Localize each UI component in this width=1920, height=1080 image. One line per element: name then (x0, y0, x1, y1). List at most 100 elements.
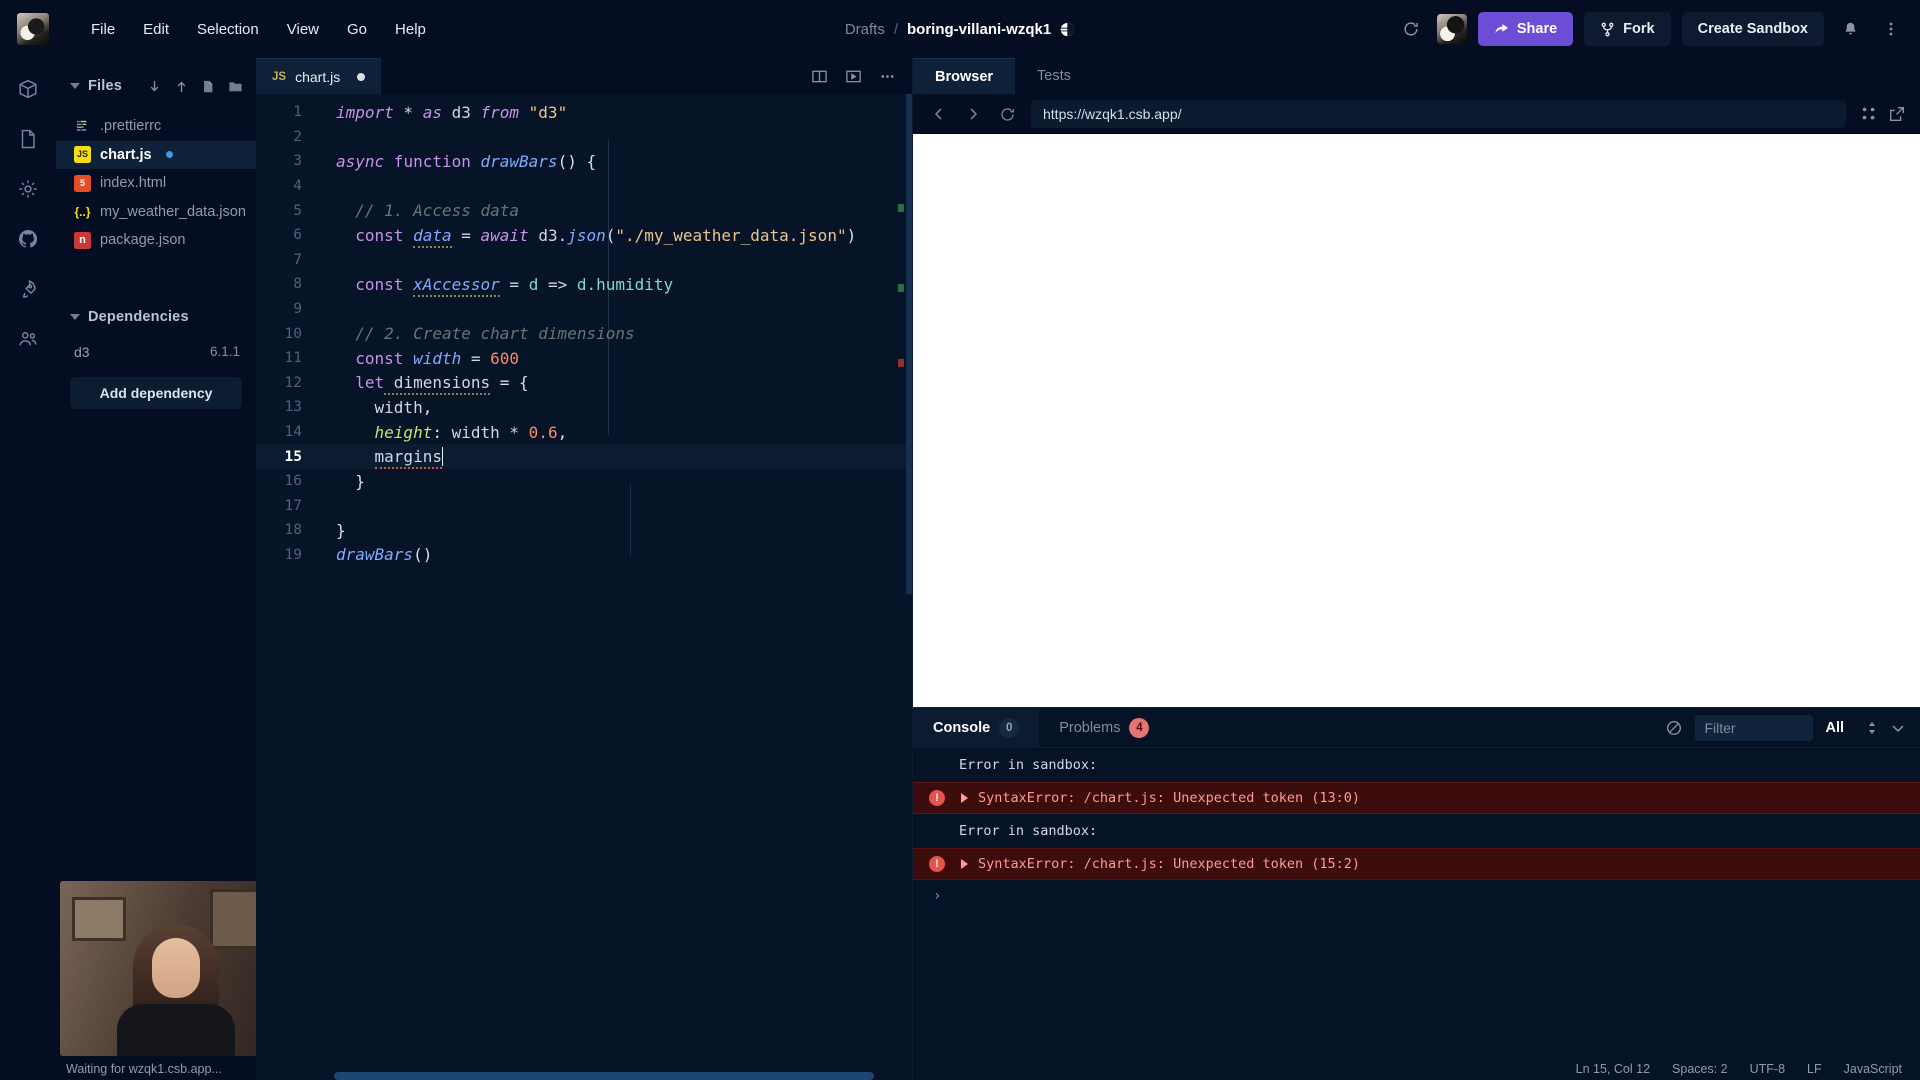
create-sandbox-label: Create Sandbox (1697, 21, 1808, 37)
file-item-index-html[interactable]: 5 index.html (56, 169, 256, 198)
gear-icon[interactable] (9, 170, 47, 208)
tab-label: Console (933, 719, 991, 736)
file-list: .prettierrc JS chart.js 5 index.html {..… (56, 112, 256, 255)
tab-browser[interactable]: Browser (913, 58, 1016, 94)
console-tab-bar: Console 0 Problems 4 Filter All (913, 707, 1920, 748)
minimap-marker (898, 359, 904, 367)
line-ending[interactable]: LF (1807, 1062, 1822, 1076)
line-content: drawBars() (320, 545, 432, 564)
console-level-select[interactable]: All (1825, 720, 1878, 736)
breadcrumb-workspace[interactable]: Drafts (845, 21, 885, 38)
console-entry-error[interactable]: ! SyntaxError: /chart.js: Unexpected tok… (913, 782, 1920, 814)
menu-item-help[interactable]: Help (383, 15, 438, 44)
tab-chart-js[interactable]: JS chart.js (256, 58, 382, 94)
token-operator: * (499, 422, 529, 442)
dependency-row[interactable]: d3 6.1.1 (56, 337, 256, 367)
share-button[interactable]: Share (1477, 12, 1574, 46)
more-horizontal-icon[interactable] (872, 61, 902, 91)
menu-item-selection[interactable]: Selection (185, 15, 271, 44)
split-editor-icon[interactable] (804, 61, 834, 91)
file-item-my-weather-data-json[interactable]: {..} my_weather_data.json (56, 198, 256, 227)
code-editor[interactable]: 1 import * as d3 from "d3" 2 3 async fun… (256, 94, 912, 1080)
menu-item-edit[interactable]: Edit (131, 15, 181, 44)
download-icon[interactable] (145, 77, 163, 95)
code-lines: 1 import * as d3 from "d3" 2 3 async fun… (256, 94, 912, 567)
upload-icon[interactable] (172, 77, 190, 95)
breadcrumb-sandbox-name[interactable]: boring-villani-wzqk1 (907, 21, 1051, 38)
expand-triangle-icon[interactable] (961, 793, 968, 803)
main-area: Files .prettierrc JS chart.js 5 index.ht… (0, 58, 1920, 1080)
file-label: package.json (100, 232, 186, 249)
chevron-left-icon[interactable] (925, 100, 953, 128)
rocket-icon[interactable] (9, 270, 47, 308)
token-comment: // 1. Access data (355, 201, 520, 221)
minimap-marker (898, 204, 904, 212)
indentation[interactable]: Spaces: 2 (1672, 1062, 1728, 1076)
url-input[interactable]: https://wzqk1.csb.app/ (1031, 100, 1846, 128)
line-number: 7 (293, 251, 302, 268)
people-icon[interactable] (9, 320, 47, 358)
clear-console-icon[interactable] (1665, 719, 1683, 737)
token-property: margins (374, 447, 442, 470)
language-mode[interactable]: JavaScript (1844, 1062, 1902, 1076)
chevron-down-icon[interactable] (70, 313, 80, 320)
chevron-right-icon[interactable] (959, 100, 987, 128)
preview-tab-bar: Browser Tests (913, 58, 1920, 94)
file-item-prettierrc[interactable]: .prettierrc (56, 112, 256, 141)
line-number: 4 (293, 178, 302, 195)
fork-button[interactable]: Fork (1584, 12, 1671, 46)
menu-item-view[interactable]: View (275, 15, 331, 44)
box-icon[interactable] (9, 70, 47, 108)
token-text: => (538, 274, 577, 294)
line-content: const width = 600 (320, 349, 519, 368)
menu-item-go[interactable]: Go (335, 15, 379, 44)
chevron-down-icon[interactable] (70, 83, 80, 89)
reload-icon[interactable] (993, 100, 1021, 128)
codesandbox-window: File Edit Selection View Go Help Drafts … (0, 0, 1920, 1080)
bell-icon[interactable] (1835, 14, 1865, 44)
create-sandbox-button[interactable]: Create Sandbox (1681, 12, 1824, 46)
tab-tests[interactable]: Tests (1015, 58, 1093, 94)
dog-avatar-icon[interactable] (17, 13, 49, 45)
sort-icon[interactable] (1866, 720, 1878, 736)
file-icon[interactable] (9, 120, 47, 158)
tab-console[interactable]: Console 0 (913, 707, 1040, 748)
refresh-icon[interactable] (1396, 14, 1426, 44)
expand-triangle-icon[interactable] (961, 859, 968, 869)
file-item-package-json[interactable]: n package.json (56, 226, 256, 255)
editor-horizontal-scrollbar[interactable] (334, 1072, 874, 1080)
token-text: = (499, 274, 529, 294)
new-folder-icon[interactable] (226, 77, 244, 95)
avatar[interactable] (1436, 14, 1467, 44)
line-content: const data = await d3.json("./my_weather… (320, 225, 856, 248)
responsive-icon[interactable] (1860, 105, 1878, 123)
preview-iframe[interactable] (913, 134, 1920, 707)
dependencies-section-header[interactable]: Dependencies (56, 297, 256, 337)
chevron-down-icon[interactable] (1890, 720, 1906, 736)
new-file-icon[interactable] (199, 77, 217, 95)
token-expression: d.humidity (576, 274, 674, 294)
editor-vertical-scrollbar[interactable] (906, 94, 912, 594)
menu-item-file[interactable]: File (79, 15, 127, 44)
more-vertical-icon[interactable] (1876, 14, 1906, 44)
add-dependency-button[interactable]: Add dependency (70, 376, 242, 409)
files-section-header[interactable]: Files (56, 66, 256, 106)
token-property: height (374, 422, 433, 442)
external-link-icon[interactable] (1888, 105, 1906, 123)
indent-guide (630, 484, 631, 556)
token-property: width (374, 397, 423, 417)
console-entry-error[interactable]: ! SyntaxError: /chart.js: Unexpected tok… (913, 848, 1920, 880)
tab-problems[interactable]: Problems 4 (1039, 708, 1169, 748)
code-line: 18 } (256, 518, 912, 543)
token-keyword: as (422, 102, 442, 122)
github-icon[interactable] (9, 220, 47, 258)
file-item-chart-js[interactable]: JS chart.js (56, 140, 256, 169)
cursor-position[interactable]: Ln 15, Col 12 (1576, 1062, 1650, 1076)
header-actions: Share Fork Create Sandbox (1396, 12, 1920, 46)
dependencies-title: Dependencies (88, 308, 189, 325)
preview-icon[interactable] (838, 61, 868, 91)
token-keyword: from (480, 102, 520, 122)
encoding[interactable]: UTF-8 (1750, 1062, 1785, 1076)
console-input-prompt[interactable]: › (913, 880, 1920, 912)
console-filter-input[interactable]: Filter (1695, 714, 1814, 741)
